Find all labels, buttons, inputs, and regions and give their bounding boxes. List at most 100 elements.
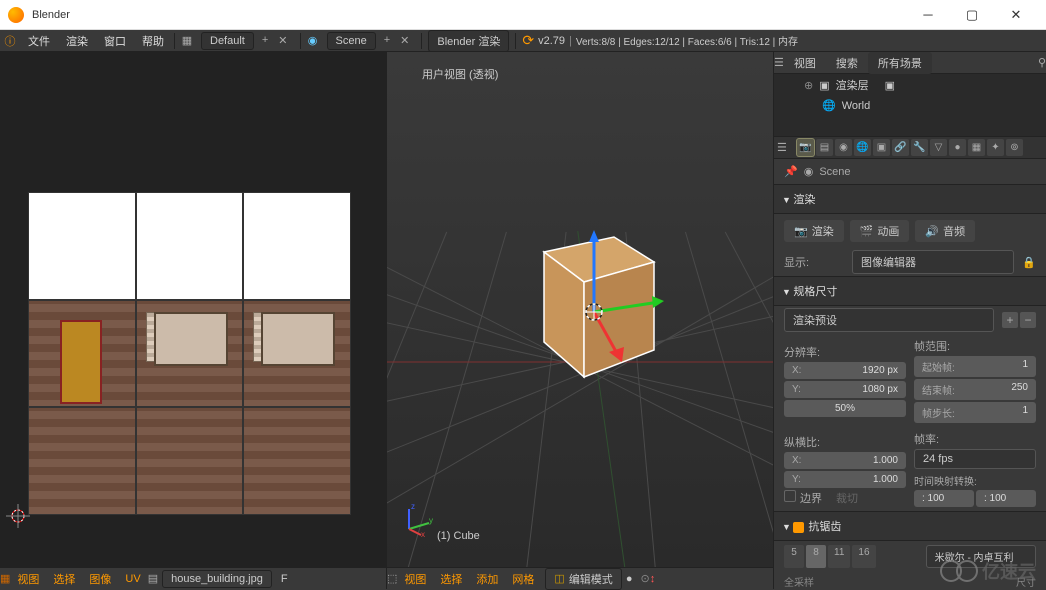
- fake-user-button[interactable]: F: [276, 573, 293, 585]
- resolution-pct-field[interactable]: 50%: [784, 400, 906, 417]
- info-icon[interactable]: ⓘ: [0, 31, 20, 51]
- resolution-y-field[interactable]: Y:1080 px: [784, 381, 906, 398]
- uv-editor-header: ▦ 视图 选择 图像 UV ▤ house_building.jpg F: [0, 567, 386, 589]
- lock-icon[interactable]: 🔒: [1022, 256, 1036, 269]
- manipulator-icon[interactable]: ↕: [650, 573, 656, 585]
- aa-sample-16[interactable]: 16: [852, 545, 875, 568]
- props-editor-icon[interactable]: ☰: [777, 141, 795, 154]
- expand-icon[interactable]: ⊕: [804, 79, 813, 92]
- tab-material[interactable]: ●: [949, 139, 966, 156]
- tab-renderlayers[interactable]: ▤: [816, 139, 833, 156]
- v3d-menu-mesh[interactable]: 网格: [505, 571, 541, 587]
- outliner-search[interactable]: 搜索: [826, 52, 868, 74]
- blender-version-icon: ⟳: [522, 32, 534, 49]
- cube-object[interactable]: [509, 202, 669, 402]
- uv-menu-select[interactable]: 选择: [46, 571, 82, 587]
- section-render[interactable]: 渲染: [774, 184, 1046, 214]
- aspect-y-field[interactable]: Y:1.000: [784, 471, 906, 488]
- tab-render[interactable]: 📷: [797, 139, 814, 156]
- pivot-icon[interactable]: ⊙: [640, 572, 649, 585]
- minimize-button[interactable]: ─: [906, 1, 950, 29]
- close-button[interactable]: ✕: [994, 1, 1038, 29]
- context-breadcrumb: 📌 ◉ Scene: [774, 159, 1046, 184]
- uv-menu-image[interactable]: 图像: [82, 571, 118, 587]
- scene-selector[interactable]: Scene: [327, 32, 376, 50]
- aspect-x-field[interactable]: X:1.000: [784, 452, 906, 469]
- aa-sample-11[interactable]: 11: [828, 545, 850, 568]
- tab-data[interactable]: ▽: [930, 139, 947, 156]
- audio-button[interactable]: 🔊音频: [915, 220, 975, 242]
- uv-canvas[interactable]: [0, 52, 386, 567]
- remap-new-field[interactable]: : 100: [976, 490, 1036, 507]
- aa-sample-8[interactable]: 8: [806, 545, 826, 568]
- tab-texture[interactable]: ▦: [968, 139, 985, 156]
- menu-window[interactable]: 窗口: [96, 33, 134, 49]
- axis-gizmo-icon: z y x: [401, 501, 437, 537]
- outliner-view[interactable]: 视图: [784, 52, 826, 74]
- shading-icon[interactable]: ●: [626, 573, 633, 585]
- section-antialiasing[interactable]: 抗锯齿: [774, 511, 1046, 541]
- uv-menu-uvs[interactable]: UV: [118, 573, 147, 585]
- tab-object[interactable]: ▣: [873, 139, 890, 156]
- preset-add-button[interactable]: +: [1002, 312, 1018, 328]
- frame-end-field[interactable]: 结束帧:250: [914, 379, 1036, 400]
- engine-selector[interactable]: Blender 渲染: [428, 30, 509, 52]
- viewport-3d[interactable]: 用户视图 (透视) (1) Cube z y x: [387, 52, 773, 567]
- editor-type-3d-icon[interactable]: ⬚: [387, 572, 397, 585]
- tab-particles[interactable]: ✦: [987, 139, 1004, 156]
- v3d-menu-add[interactable]: 添加: [469, 571, 505, 587]
- clapper-icon: 🎬: [860, 225, 874, 238]
- fps-selector[interactable]: 24 fps: [914, 449, 1036, 469]
- render-preset-selector[interactable]: 渲染预设: [784, 308, 994, 332]
- menu-help[interactable]: 帮助: [134, 33, 172, 49]
- aa-sample-5[interactable]: 5: [784, 545, 804, 568]
- layout-icon[interactable]: ▦: [177, 31, 197, 51]
- blender-logo-icon: [8, 7, 24, 23]
- tab-world[interactable]: 🌐: [854, 139, 871, 156]
- mode-label: 编辑模式: [569, 571, 613, 587]
- menu-file[interactable]: 文件: [20, 33, 58, 49]
- animation-button[interactable]: 🎬动画: [850, 220, 910, 242]
- properties-tabs: ☰ 📷 ▤ ◉ 🌐 ▣ 🔗 🔧 ▽ ● ▦ ✦ ⊚: [774, 137, 1046, 159]
- layout-remove-button[interactable]: ✕: [274, 34, 291, 47]
- tab-constraints[interactable]: 🔗: [892, 139, 909, 156]
- render-button[interactable]: 📷渲染: [784, 220, 844, 242]
- tab-modifiers[interactable]: 🔧: [911, 139, 928, 156]
- frame-step-field[interactable]: 帧步长:1: [914, 402, 1036, 423]
- resolution-x-field[interactable]: X:1920 px: [784, 362, 906, 379]
- display-mode-selector[interactable]: 图像编辑器: [852, 250, 1014, 274]
- preset-remove-button[interactable]: −: [1020, 312, 1036, 328]
- layout-selector[interactable]: Default: [201, 32, 254, 50]
- outliner-row-renderlayers[interactable]: ⊕ ▣ 渲染层 ▣: [774, 74, 1046, 96]
- uv-image-display: [28, 192, 351, 515]
- editor-type-icon[interactable]: ▦: [0, 572, 10, 585]
- frame-range-label: 帧范围:: [914, 336, 1036, 356]
- tab-physics[interactable]: ⊚: [1006, 139, 1023, 156]
- image-browse-icon[interactable]: ▤: [148, 572, 158, 585]
- outliner-filter[interactable]: 所有场景: [868, 52, 932, 74]
- maximize-button[interactable]: ▢: [950, 1, 994, 29]
- aa-checkbox[interactable]: [793, 522, 804, 533]
- scene-icon[interactable]: ◉: [303, 31, 323, 51]
- outliner-filter-icon[interactable]: ⚲: [1038, 56, 1046, 69]
- menu-render[interactable]: 渲染: [58, 33, 96, 49]
- scene-remove-button[interactable]: ✕: [396, 34, 413, 47]
- svg-text:x: x: [421, 530, 425, 537]
- frame-start-field[interactable]: 起始帧:1: [914, 356, 1036, 377]
- layout-name: Default: [210, 35, 245, 47]
- outliner-row-world[interactable]: 🌐 World: [774, 96, 1046, 115]
- tab-scene[interactable]: ◉: [835, 139, 852, 156]
- section-dimensions[interactable]: 规格尺寸: [774, 276, 1046, 306]
- v3d-menu-select[interactable]: 选择: [433, 571, 469, 587]
- border-checkbox[interactable]: [784, 490, 796, 502]
- image-name-field[interactable]: house_building.jpg: [162, 570, 272, 588]
- layout-add-button[interactable]: +: [258, 34, 272, 47]
- remap-old-field[interactable]: : 100: [914, 490, 974, 507]
- uv-menu-view[interactable]: 视图: [10, 571, 46, 587]
- scene-add-button[interactable]: +: [380, 34, 394, 47]
- outliner-editor-icon[interactable]: ☰: [774, 56, 784, 69]
- v3d-menu-view[interactable]: 视图: [397, 571, 433, 587]
- right-panel: ☰ 视图 搜索 所有场景 ⚲ ⊕ ▣ 渲染层 ▣ 🌐 World ☰ 📷 ▤: [774, 52, 1046, 589]
- pin-icon[interactable]: 📌: [784, 165, 798, 178]
- mode-selector[interactable]: ◫ 编辑模式: [545, 568, 621, 590]
